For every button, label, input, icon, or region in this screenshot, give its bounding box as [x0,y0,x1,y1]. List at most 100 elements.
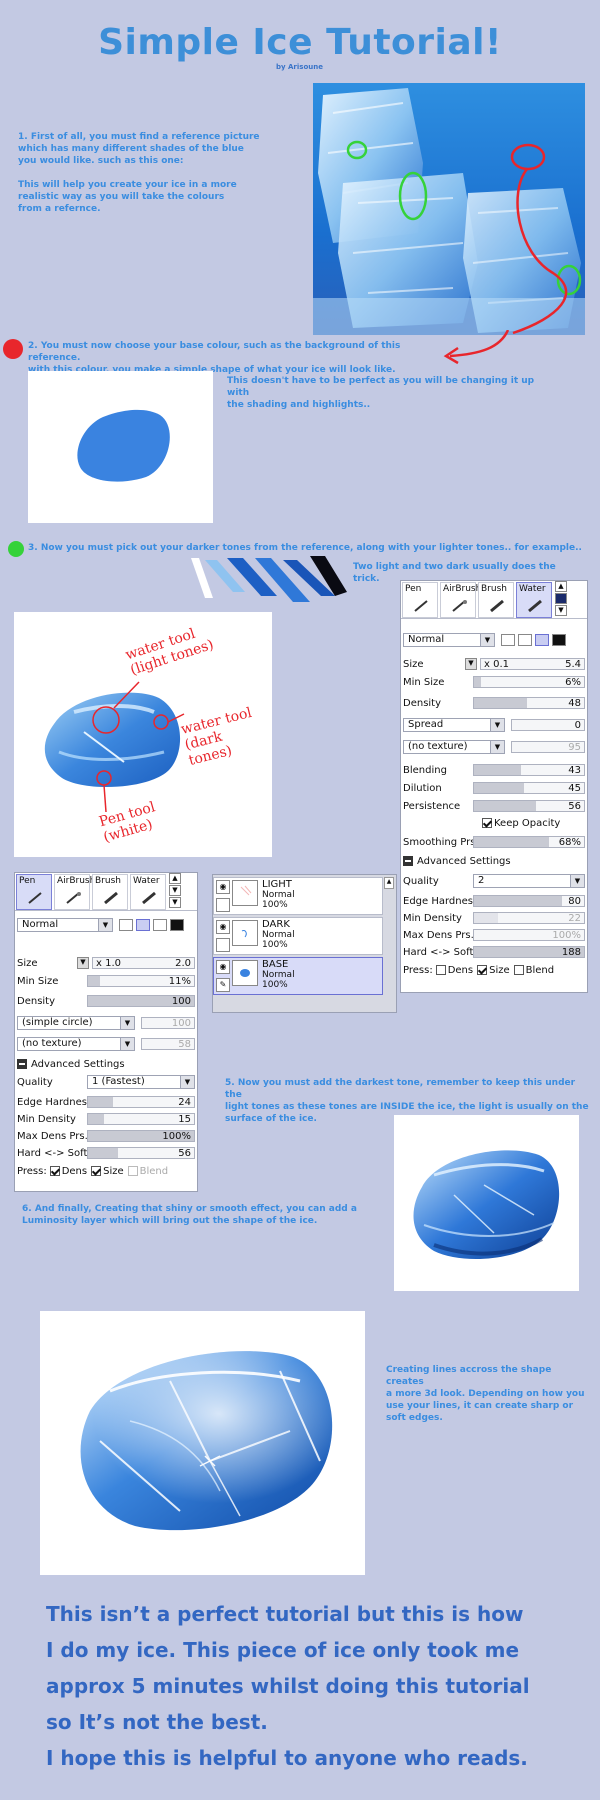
brush-icon [490,599,504,613]
tab-airbrush[interactable]: AirBrush [54,874,95,910]
tab-water[interactable]: Water [130,874,166,910]
shape-flat-icon[interactable] [501,634,515,646]
scroll-thumb[interactable] [555,593,567,604]
size-slider[interactable]: x 1.0 2.0 [92,957,195,969]
quality-select[interactable]: 1 (Fastest) ▼ [87,1075,195,1089]
shape-round-icon[interactable] [136,919,150,931]
press-size-checkbox[interactable] [477,965,488,975]
blending-slider[interactable]: 43 [473,764,585,776]
edge-hardness-slider[interactable]: 80 [473,895,585,907]
pressure-row: Press: Dens Size Blend [17,1164,195,1178]
shape-flat-icon[interactable] [119,919,133,931]
dilution-slider[interactable]: 45 [473,782,585,794]
scroll-up-icon[interactable]: ▲ [169,873,181,884]
hard-soft-slider[interactable]: 56 [87,1147,195,1159]
max-density-slider[interactable]: 100% [87,1130,195,1142]
tab-pen[interactable]: Pen [402,582,438,618]
layers-panel: ◉ LIGHT Normal 100% ◉ DARK Normal 100% ◉ ✎ B… [212,874,397,1013]
density-slider[interactable]: 100 [87,995,195,1007]
keep-opacity-checkbox[interactable] [482,818,492,828]
advanced-settings-toggle[interactable]: Advanced Settings [403,854,585,868]
quality-select[interactable]: 2 ▼ [473,874,585,888]
tab-label: AirBrush [443,584,482,594]
scroll-thumb[interactable]: ▼ [169,885,181,896]
tab-brush[interactable]: Brush [92,874,128,910]
texture-slider[interactable]: 95 [511,741,585,753]
shape-square-icon[interactable] [170,919,184,931]
keep-opacity-row[interactable]: Keep Opacity [403,816,585,830]
red-marker-dot [3,339,23,359]
lines-note-line: Creating lines accross the shape creates [386,1365,552,1387]
edge-hardness-slider[interactable]: 24 [87,1096,195,1108]
size-label: Size [403,658,424,670]
tab-scroll[interactable]: ▲ ▼ ▼ [169,873,181,910]
min-density-slider[interactable]: 15 [87,1113,195,1125]
size-slider[interactable]: x 0.1 5.4 [480,658,585,670]
size-multiplier: x 0.1 [484,659,509,670]
tab-airbrush[interactable]: AirBrush [440,582,481,618]
size-mult-dropdown[interactable]: ▼ [77,957,89,969]
shape-square-icon[interactable] [552,634,566,646]
layer-light[interactable]: ◉ LIGHT Normal 100% [213,877,383,915]
blend-mode-select[interactable]: Normal ▼ [403,633,495,647]
press-size-checkbox[interactable] [91,1166,102,1176]
persistence-label: Persistence [403,800,461,812]
advanced-label: Advanced Settings [31,1058,125,1070]
density-value: 100 [171,996,191,1007]
airbrush-icon [452,600,467,612]
spread-select[interactable]: Spread ▼ [403,718,505,732]
blend-mode-select[interactable]: Normal ▼ [17,918,113,932]
layer-dark[interactable]: ◉ DARK Normal 100% [213,917,383,955]
scroll-down-icon[interactable]: ▼ [555,605,567,616]
tab-pen[interactable]: Pen [16,874,52,910]
tab-scroll[interactable]: ▲ ▼ [555,581,567,618]
shape-select[interactable]: (simple circle) ▼ [17,1016,135,1030]
persistence-value: 56 [568,801,581,812]
density-slider[interactable]: 48 [473,697,585,709]
press-dens-checkbox[interactable] [435,965,446,975]
min-size-slider[interactable]: 6% [473,676,585,688]
min-density-label: Min Density [17,1113,76,1125]
lock-toggle[interactable] [216,938,230,952]
layers-scroll-up[interactable]: ▲ [384,877,394,889]
press-blend-checkbox[interactable] [127,1166,138,1176]
hard-soft-slider[interactable]: 188 [473,946,585,958]
max-density-slider[interactable]: 100% [473,929,585,941]
texture-value: 58 [178,1039,191,1050]
press-dens-checkbox[interactable] [49,1166,60,1176]
lock-toggle[interactable] [216,898,230,912]
closing-line: I hope this is helpful to anyone who rea… [46,1746,528,1770]
advanced-settings-toggle[interactable]: Advanced Settings [17,1057,195,1071]
light-tones-canvas: water tool (light tones) water tool (dar… [14,612,272,857]
collapse-icon [403,856,413,866]
shape-soft-icon[interactable] [153,919,167,931]
shape-slider[interactable]: 100 [141,1017,195,1029]
texture-slider[interactable]: 58 [141,1038,195,1050]
water-brush-icon [142,891,156,905]
tab-label: AirBrush [57,876,96,886]
shape-soft-icon[interactable] [535,634,549,646]
scroll-down-icon[interactable]: ▼ [169,897,181,908]
min-density-slider[interactable]: 22 [473,912,585,924]
eye-icon[interactable]: ◉ [216,920,230,934]
step5-line: light tones as these tones are INSIDE th… [225,1102,589,1112]
texture-select[interactable]: (no texture) ▼ [17,1037,135,1051]
eye-icon[interactable]: ◉ [216,960,230,974]
base-shape-canvas [28,371,213,523]
min-size-label: Min Size [17,975,59,987]
smoothing-slider[interactable]: 68% [473,836,585,848]
tab-brush[interactable]: Brush [478,582,514,618]
spread-slider[interactable]: 0 [511,719,585,731]
size-label: Size [17,957,38,969]
press-blend-checkbox[interactable] [513,965,524,975]
min-size-slider[interactable]: 11% [87,975,195,987]
brush-link-icon[interactable]: ✎ [216,978,230,992]
tab-water[interactable]: Water [516,582,552,618]
persistence-slider[interactable]: 56 [473,800,585,812]
eye-icon[interactable]: ◉ [216,880,230,894]
layer-base[interactable]: ◉ ✎ BASE Normal 100% [213,957,383,995]
texture-select[interactable]: (no texture) ▼ [403,740,505,754]
size-mult-dropdown[interactable]: ▼ [465,658,477,670]
shape-round-icon[interactable] [518,634,532,646]
scroll-up-icon[interactable]: ▲ [555,581,567,592]
